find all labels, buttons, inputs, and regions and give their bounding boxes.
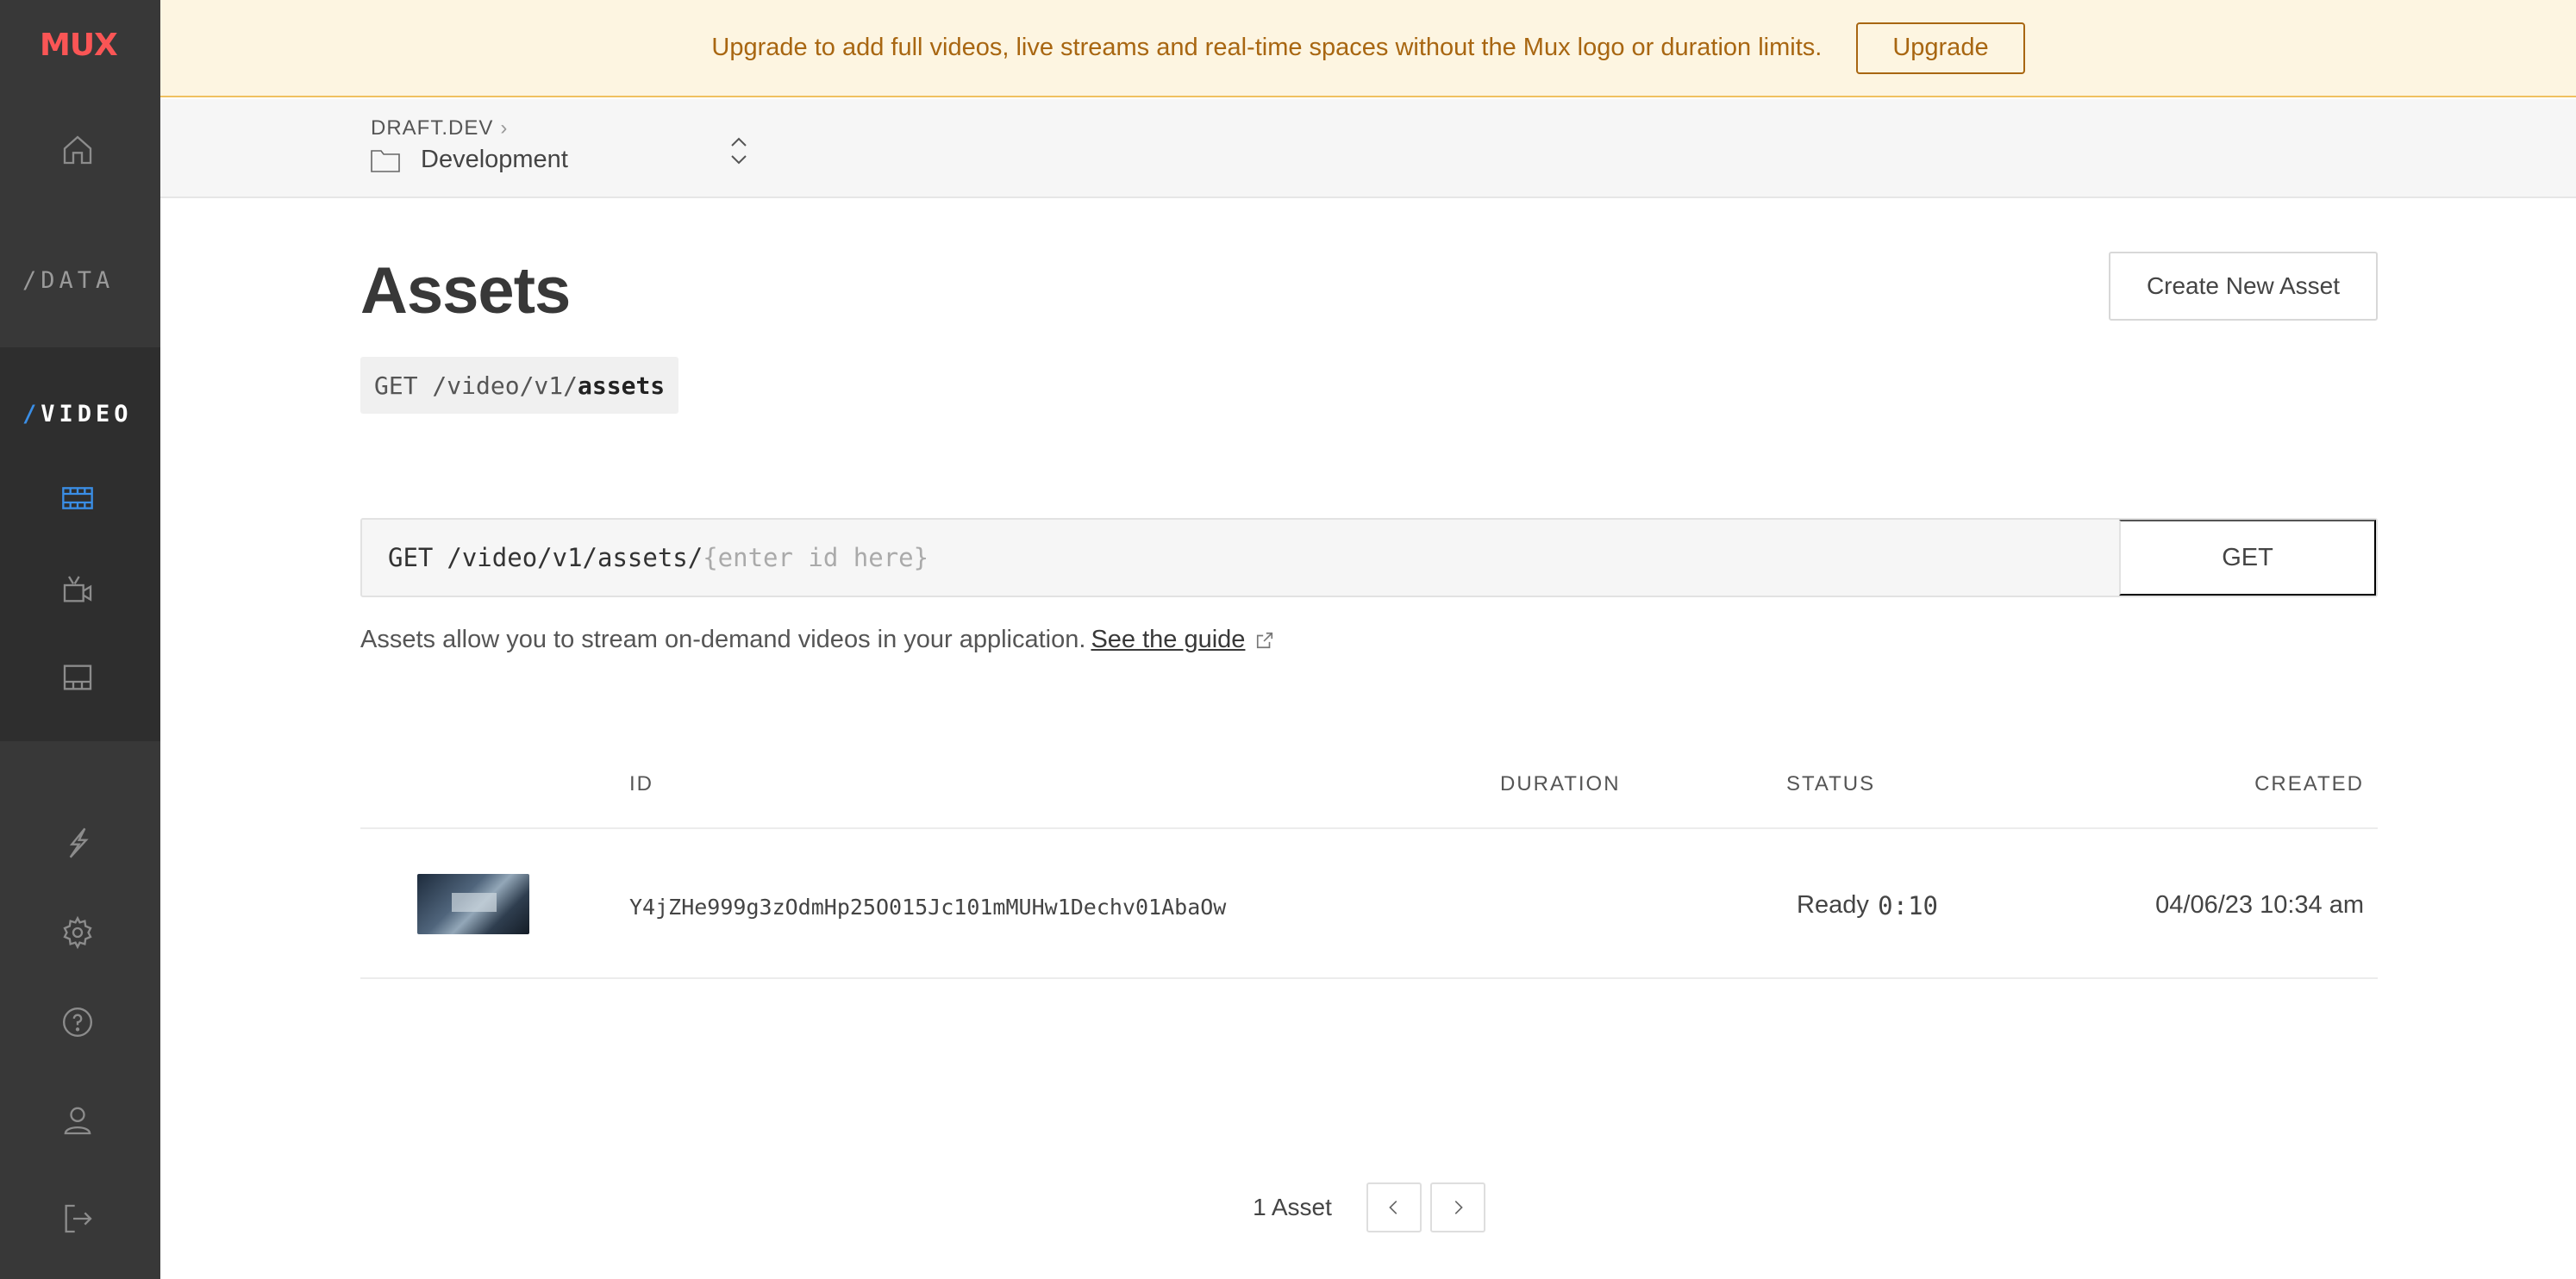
environment-bar: DRAFT.DEV › Development [160, 99, 2576, 198]
asset-id-placeholder: {enter id here} [703, 543, 929, 572]
asset-duration: 0:10 [1878, 891, 1938, 920]
user-icon[interactable] [59, 1101, 97, 1139]
video-label: VIDEO [41, 401, 133, 427]
asset-status: Ready [1797, 891, 1869, 919]
previous-page-button[interactable] [1366, 1182, 1422, 1232]
live-camera-icon[interactable] [59, 571, 97, 608]
assets-table: ID DURATION STATUS CREATED Y4jZHe999g3zO… [360, 733, 2378, 979]
chevron-right-icon [1454, 1201, 1463, 1214]
upgrade-banner-text: Upgrade to add full videos, live streams… [711, 34, 1823, 61]
gear-icon[interactable] [59, 914, 97, 951]
asset-count: 1 Asset [1253, 1194, 1332, 1220]
asset-thumbnail[interactable] [417, 874, 529, 934]
logout-icon[interactable] [59, 1200, 97, 1238]
thumbnail-highlight [452, 893, 497, 912]
folder-icon [371, 149, 400, 172]
get-asset-bar: GET /video/v1/assets/ {enter id here} GE… [360, 518, 2378, 597]
see-the-guide-link[interactable]: See the guide [1091, 626, 1245, 654]
assets-description: Assets allow you to stream on-demand vid… [360, 626, 1274, 654]
environment-selector[interactable]: Development [371, 146, 568, 174]
column-header-status[interactable]: STATUS [1786, 772, 1875, 796]
endpoint-prefix: GET /video/v1/ [374, 371, 578, 400]
help-icon[interactable] [59, 1003, 97, 1041]
home-icon[interactable] [59, 131, 97, 169]
external-link-icon[interactable] [1255, 631, 1274, 650]
asset-id[interactable]: Y4jZHe999g3zOdmHp25O015Jc101mMUHw1Dechv0… [629, 895, 1226, 920]
upgrade-button[interactable]: Upgrade [1856, 22, 2025, 74]
film-icon[interactable] [59, 479, 97, 517]
create-new-asset-button[interactable]: Create New Asset [2109, 252, 2378, 321]
chevron-left-icon [1389, 1201, 1397, 1214]
upgrade-banner: Upgrade to add full videos, live streams… [160, 0, 2576, 97]
mux-logo[interactable]: MUX [40, 28, 118, 63]
asset-id-input[interactable]: GET /video/v1/assets/ {enter id here} [362, 520, 2119, 596]
get-path: /video/v1/assets/ [447, 543, 703, 572]
table-header: ID DURATION STATUS CREATED [360, 733, 2378, 829]
endpoint-chip: GET /video/v1/assets [360, 357, 679, 414]
lightning-icon[interactable] [59, 824, 97, 862]
chevron-updown-icon[interactable] [726, 132, 752, 170]
endpoint-resource: assets [578, 371, 666, 400]
layout-icon[interactable] [59, 658, 97, 696]
asset-created: 04/06/23 10:34 am [2155, 891, 2364, 919]
chevron-right-icon: › [500, 116, 509, 140]
environment-name: Development [421, 146, 568, 173]
description-text: Assets allow you to stream on-demand vid… [360, 626, 1086, 653]
sidebar-item-data[interactable]: /DATA [22, 267, 114, 294]
next-page-button[interactable] [1429, 1182, 1485, 1232]
pagination: 1 Asset [360, 1182, 2378, 1232]
org-name: DRAFT.DEV [371, 116, 494, 140]
page-title: Assets [360, 254, 571, 328]
column-header-created[interactable]: CREATED [2254, 772, 2364, 796]
breadcrumb[interactable]: DRAFT.DEV › [371, 116, 508, 140]
get-button[interactable]: GET [2119, 520, 2376, 596]
video-slash: / [22, 401, 41, 427]
sidebar: MUX /DATA /VIDEO [0, 0, 160, 1279]
sidebar-item-video[interactable]: /VIDEO [22, 401, 133, 427]
column-header-id[interactable]: ID [629, 772, 653, 796]
table-row[interactable]: Y4jZHe999g3zOdmHp25O015Jc101mMUHw1Dechv0… [360, 829, 2378, 979]
column-header-duration[interactable]: DURATION [1500, 772, 1621, 796]
get-method: GET [388, 543, 434, 572]
